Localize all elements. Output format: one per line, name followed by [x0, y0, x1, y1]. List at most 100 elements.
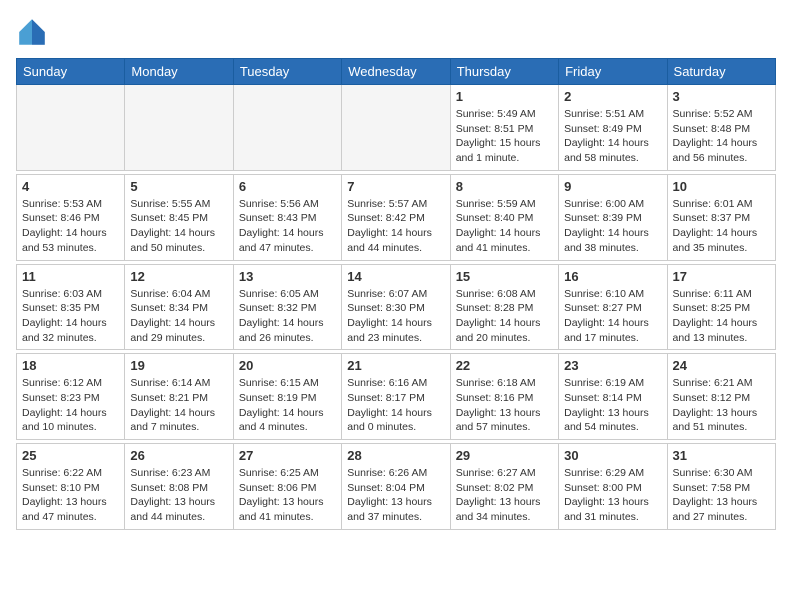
- day-number: 27: [239, 448, 336, 463]
- day-number: 11: [22, 269, 119, 284]
- day-number: 29: [456, 448, 553, 463]
- calendar-cell: 5 Sunrise: 5:55 AM Sunset: 8:45 PM Daylig…: [125, 174, 233, 260]
- weekday-header-thursday: Thursday: [450, 59, 558, 85]
- calendar-cell: 13Sunrise: 6:05 AM Sunset: 8:32 PM Dayli…: [233, 264, 341, 350]
- day-info: Sunrise: 5:52 AM Sunset: 8:48 PM Dayligh…: [673, 107, 770, 166]
- day-number: 12: [130, 269, 227, 284]
- day-info: Sunrise: 6:16 AM Sunset: 8:17 PM Dayligh…: [347, 376, 444, 435]
- day-number: 25: [22, 448, 119, 463]
- day-number: 16: [564, 269, 661, 284]
- calendar-cell: 14 Sunrise: 6:07 AM Sunset: 8:30 PM Dayli…: [342, 264, 450, 350]
- calendar-cell: 30 Sunrise: 6:29 AM Sunset: 8:00 PM Dayli…: [559, 444, 667, 530]
- weekday-header-wednesday: Wednesday: [342, 59, 450, 85]
- weekday-header-row: SundayMondayTuesdayWednesdayThursdayFrid…: [17, 59, 776, 85]
- page-header: [16, 16, 776, 48]
- day-number: 14: [347, 269, 444, 284]
- day-number: 23: [564, 358, 661, 373]
- day-info: Sunrise: 6:15 AM Sunset: 8:19 PM Dayligh…: [239, 376, 336, 435]
- calendar-cell: 28 Sunrise: 6:26 AM Sunset: 8:04 PM Dayli…: [342, 444, 450, 530]
- calendar-cell: 24 Sunrise: 6:21 AM Sunset: 8:12 PM Dayli…: [667, 354, 775, 440]
- calendar-cell: 15 Sunrise: 6:08 AM Sunset: 8:28 PM Dayli…: [450, 264, 558, 350]
- calendar-cell: 25 Sunrise: 6:22 AM Sunset: 8:10 PM Dayli…: [17, 444, 125, 530]
- day-info: Sunrise: 6:01 AM Sunset: 8:37 PM Dayligh…: [673, 197, 770, 256]
- calendar-cell: 10 Sunrise: 6:01 AM Sunset: 8:37 PM Dayli…: [667, 174, 775, 260]
- day-info: Sunrise: 6:26 AM Sunset: 8:04 PM Dayligh…: [347, 466, 444, 525]
- day-info: Sunrise: 6:00 AM Sunset: 8:39 PM Dayligh…: [564, 197, 661, 256]
- day-info: Sunrise: 5:55 AM Sunset: 8:45 PM Dayligh…: [130, 197, 227, 256]
- day-number: 17: [673, 269, 770, 284]
- calendar-cell: 16 Sunrise: 6:10 AM Sunset: 8:27 PM Dayli…: [559, 264, 667, 350]
- calendar-cell: 6Sunrise: 5:56 AM Sunset: 8:43 PM Daylig…: [233, 174, 341, 260]
- day-info: Sunrise: 6:04 AM Sunset: 8:34 PM Dayligh…: [130, 287, 227, 346]
- day-info: Sunrise: 5:57 AM Sunset: 8:42 PM Dayligh…: [347, 197, 444, 256]
- calendar-cell: 29 Sunrise: 6:27 AM Sunset: 8:02 PM Dayli…: [450, 444, 558, 530]
- day-info: Sunrise: 6:19 AM Sunset: 8:14 PM Dayligh…: [564, 376, 661, 435]
- calendar-cell: 8 Sunrise: 5:59 AM Sunset: 8:40 PM Daylig…: [450, 174, 558, 260]
- day-number: 9: [564, 179, 661, 194]
- day-info: Sunrise: 6:29 AM Sunset: 8:00 PM Dayligh…: [564, 466, 661, 525]
- calendar-cell: 11Sunrise: 6:03 AM Sunset: 8:35 PM Dayli…: [17, 264, 125, 350]
- calendar-cell: [233, 85, 341, 171]
- day-number: 3: [673, 89, 770, 104]
- day-number: 24: [673, 358, 770, 373]
- day-number: 10: [673, 179, 770, 194]
- day-info: Sunrise: 6:21 AM Sunset: 8:12 PM Dayligh…: [673, 376, 770, 435]
- day-number: 26: [130, 448, 227, 463]
- calendar-cell: 18 Sunrise: 6:12 AM Sunset: 8:23 PM Dayli…: [17, 354, 125, 440]
- day-info: Sunrise: 5:49 AM Sunset: 8:51 PM Dayligh…: [456, 107, 553, 166]
- day-number: 8: [456, 179, 553, 194]
- day-number: 21: [347, 358, 444, 373]
- day-info: Sunrise: 6:07 AM Sunset: 8:30 PM Dayligh…: [347, 287, 444, 346]
- day-info: Sunrise: 6:08 AM Sunset: 8:28 PM Dayligh…: [456, 287, 553, 346]
- calendar-cell: 23 Sunrise: 6:19 AM Sunset: 8:14 PM Dayli…: [559, 354, 667, 440]
- day-info: Sunrise: 6:30 AM Sunset: 7:58 PM Dayligh…: [673, 466, 770, 525]
- day-number: 2: [564, 89, 661, 104]
- calendar-cell: 7 Sunrise: 5:57 AM Sunset: 8:42 PM Daylig…: [342, 174, 450, 260]
- weekday-header-tuesday: Tuesday: [233, 59, 341, 85]
- day-number: 18: [22, 358, 119, 373]
- calendar-week-4: 18 Sunrise: 6:12 AM Sunset: 8:23 PM Dayli…: [17, 354, 776, 440]
- day-number: 20: [239, 358, 336, 373]
- calendar-body: 1 Sunrise: 5:49 AM Sunset: 8:51 PM Daylig…: [17, 85, 776, 530]
- day-number: 31: [673, 448, 770, 463]
- day-number: 7: [347, 179, 444, 194]
- calendar-cell: 19Sunrise: 6:14 AM Sunset: 8:21 PM Dayli…: [125, 354, 233, 440]
- calendar-week-3: 11Sunrise: 6:03 AM Sunset: 8:35 PM Dayli…: [17, 264, 776, 350]
- calendar-cell: 1 Sunrise: 5:49 AM Sunset: 8:51 PM Daylig…: [450, 85, 558, 171]
- calendar-cell: 4 Sunrise: 5:53 AM Sunset: 8:46 PM Daylig…: [17, 174, 125, 260]
- day-info: Sunrise: 5:51 AM Sunset: 8:49 PM Dayligh…: [564, 107, 661, 166]
- day-number: 6: [239, 179, 336, 194]
- day-number: 22: [456, 358, 553, 373]
- day-info: Sunrise: 6:05 AM Sunset: 8:32 PM Dayligh…: [239, 287, 336, 346]
- calendar-cell: [342, 85, 450, 171]
- calendar-cell: 20 Sunrise: 6:15 AM Sunset: 8:19 PM Dayli…: [233, 354, 341, 440]
- calendar-cell: 22 Sunrise: 6:18 AM Sunset: 8:16 PM Dayli…: [450, 354, 558, 440]
- day-number: 30: [564, 448, 661, 463]
- calendar-cell: [125, 85, 233, 171]
- day-number: 28: [347, 448, 444, 463]
- day-number: 5: [130, 179, 227, 194]
- calendar-cell: 2 Sunrise: 5:51 AM Sunset: 8:49 PM Daylig…: [559, 85, 667, 171]
- day-info: Sunrise: 6:12 AM Sunset: 8:23 PM Dayligh…: [22, 376, 119, 435]
- day-info: Sunrise: 6:25 AM Sunset: 8:06 PM Dayligh…: [239, 466, 336, 525]
- day-info: Sunrise: 6:14 AM Sunset: 8:21 PM Dayligh…: [130, 376, 227, 435]
- day-number: 1: [456, 89, 553, 104]
- day-info: Sunrise: 6:10 AM Sunset: 8:27 PM Dayligh…: [564, 287, 661, 346]
- day-info: Sunrise: 6:11 AM Sunset: 8:25 PM Dayligh…: [673, 287, 770, 346]
- day-info: Sunrise: 5:53 AM Sunset: 8:46 PM Dayligh…: [22, 197, 119, 256]
- calendar-week-1: 1 Sunrise: 5:49 AM Sunset: 8:51 PM Daylig…: [17, 85, 776, 171]
- day-info: Sunrise: 6:27 AM Sunset: 8:02 PM Dayligh…: [456, 466, 553, 525]
- day-number: 15: [456, 269, 553, 284]
- calendar-table: SundayMondayTuesdayWednesdayThursdayFrid…: [16, 58, 776, 530]
- day-info: Sunrise: 6:18 AM Sunset: 8:16 PM Dayligh…: [456, 376, 553, 435]
- calendar-cell: 3 Sunrise: 5:52 AM Sunset: 8:48 PM Daylig…: [667, 85, 775, 171]
- day-info: Sunrise: 5:59 AM Sunset: 8:40 PM Dayligh…: [456, 197, 553, 256]
- weekday-header-monday: Monday: [125, 59, 233, 85]
- calendar-cell: 31 Sunrise: 6:30 AM Sunset: 7:58 PM Dayli…: [667, 444, 775, 530]
- calendar-cell: 12 Sunrise: 6:04 AM Sunset: 8:34 PM Dayli…: [125, 264, 233, 350]
- calendar-cell: 17 Sunrise: 6:11 AM Sunset: 8:25 PM Dayli…: [667, 264, 775, 350]
- day-number: 4: [22, 179, 119, 194]
- weekday-header-saturday: Saturday: [667, 59, 775, 85]
- day-info: Sunrise: 6:22 AM Sunset: 8:10 PM Dayligh…: [22, 466, 119, 525]
- logo-icon: [16, 16, 48, 48]
